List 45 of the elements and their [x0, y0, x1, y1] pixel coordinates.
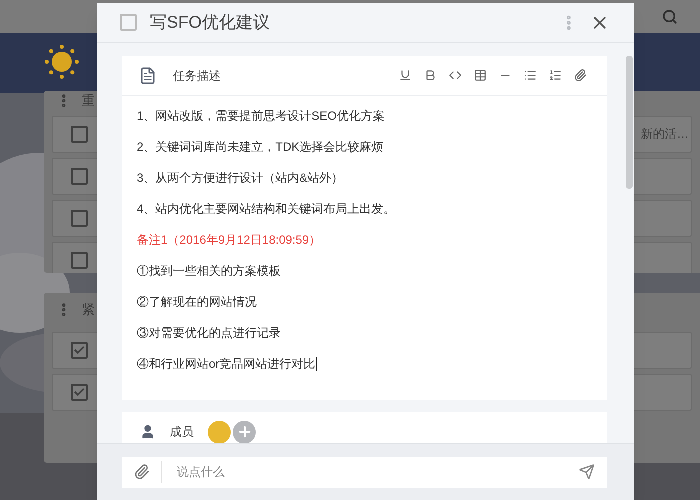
check-icon [74, 388, 85, 397]
attachment-icon [134, 464, 150, 480]
dialog-title[interactable]: 写SFO优化建议 [150, 10, 560, 36]
underline-icon[interactable] [399, 69, 412, 82]
description-line: ③对需要优化的点进行记录 [137, 324, 281, 342]
send-icon [579, 464, 595, 480]
section-label: 任务描述 [173, 68, 222, 84]
description-line: ②了解现在的网站情况 [137, 294, 257, 310]
check-icon [74, 346, 85, 355]
text-cursor [316, 356, 317, 370]
members-label: 成员 [170, 424, 194, 441]
document-icon [139, 66, 157, 84]
description-line: ④和行业网站or竞品网站进行对比 [137, 356, 316, 372]
note-line: 备注1（2016年9月12日18:09:59） [137, 232, 322, 248]
task-title: 新的活… [641, 126, 689, 143]
person-icon [140, 424, 156, 440]
checkbox[interactable] [71, 126, 88, 142]
send-button[interactable] [575, 456, 607, 488]
sun-icon [44, 44, 80, 80]
description-line: ①找到一些相关的方案模板 [137, 262, 281, 280]
bold-icon[interactable] [424, 69, 437, 82]
description-line: 4、站内优化主要网站结构和关键词布局上出发。 [137, 200, 396, 218]
table-icon[interactable] [474, 69, 487, 82]
attachment-icon[interactable] [574, 69, 587, 82]
checkbox[interactable] [71, 210, 88, 226]
panel-title: 紧 [82, 301, 95, 320]
description-line: 1、网站改版，需要提前思考设计SEO优化方案 [137, 108, 386, 124]
checkbox[interactable] [71, 252, 88, 268]
scrollbar[interactable] [626, 56, 633, 189]
attachment-button[interactable] [122, 456, 161, 488]
description-line: 2、关键词词库尚未建立，TDK选择会比较麻烦 [137, 138, 384, 156]
numbered-list-icon[interactable] [549, 69, 562, 82]
bullet-list-icon[interactable] [524, 69, 537, 82]
checked-checkbox[interactable] [71, 384, 88, 401]
plus-icon [236, 424, 252, 440]
checked-checkbox[interactable] [71, 342, 88, 359]
checkbox[interactable] [120, 14, 137, 31]
panel-title: 重 [82, 92, 95, 110]
checkbox[interactable] [71, 168, 88, 184]
description-line: 3、从两个方便进行设计（站内&站外） [137, 170, 344, 186]
add-member-button[interactable] [233, 420, 256, 443]
avatar[interactable] [208, 420, 231, 443]
search-icon[interactable] [662, 8, 678, 24]
comment-field[interactable]: 说点什么 [162, 456, 575, 488]
code-icon[interactable] [449, 69, 462, 82]
